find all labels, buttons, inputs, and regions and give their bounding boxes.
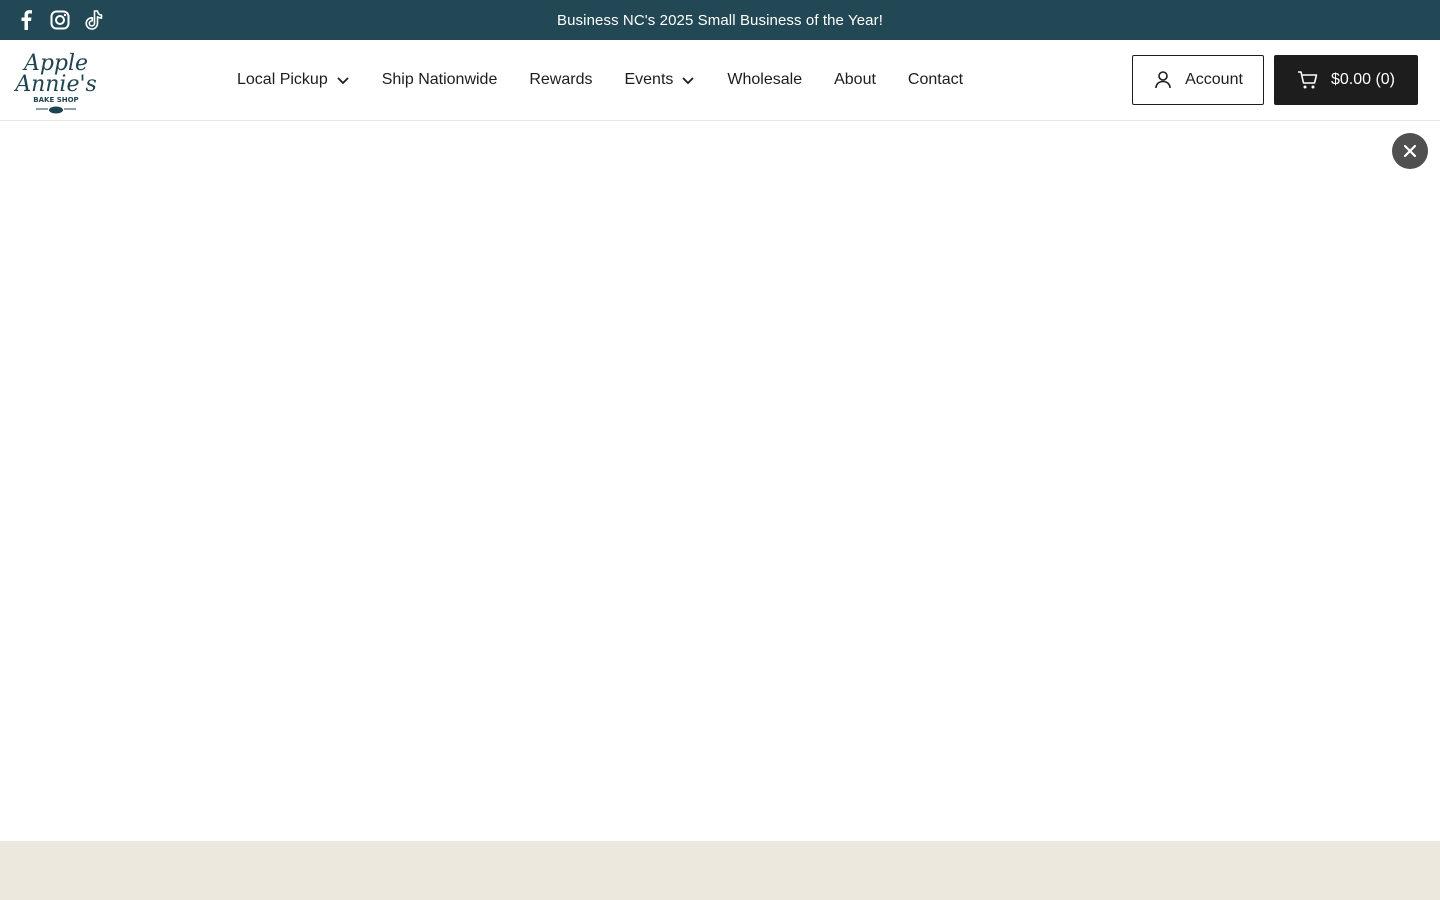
nav-item-wholesale[interactable]: Wholesale (711, 71, 818, 89)
nav-label: Contact (907, 71, 964, 88)
tiktok-icon[interactable] (84, 10, 104, 30)
chevron-down-icon (336, 73, 350, 87)
nav-item-contact[interactable]: Contact (892, 71, 979, 89)
account-label: Account (1185, 71, 1243, 88)
announcement-text[interactable]: Business NC's 2025 Small Business of the… (557, 12, 883, 29)
nav-label: About (834, 71, 876, 88)
facebook-icon[interactable] (16, 10, 36, 30)
nav-label: Rewards (529, 71, 593, 88)
site-header: Apple Annie's BAKE SHOP Local Pickup Shi… (0, 40, 1440, 121)
nav-item-ship-nationwide[interactable]: Ship Nationwide (366, 71, 514, 89)
chevron-down-icon (681, 73, 695, 87)
nav-item-events[interactable]: Events (608, 71, 711, 89)
close-button[interactable] (1392, 133, 1428, 169)
announcement-bar: Business NC's 2025 Small Business of the… (0, 0, 1440, 40)
cart-label: $0.00 (0) (1330, 71, 1396, 88)
nav-item-local-pickup[interactable]: Local Pickup (221, 71, 366, 89)
cart-icon (1297, 70, 1319, 90)
nav-label: Wholesale (727, 71, 803, 88)
nav-item-about[interactable]: About (818, 71, 892, 89)
cart-button[interactable]: $0.00 (0) (1274, 55, 1418, 105)
nav-label: Ship Nationwide (381, 71, 498, 88)
pie-icon (49, 106, 63, 114)
account-button[interactable]: Account (1132, 55, 1264, 105)
footer-band (0, 841, 1440, 900)
logo-line2: Annie's (14, 72, 97, 97)
instagram-icon[interactable] (50, 10, 70, 30)
close-icon (1403, 144, 1417, 158)
logo-line3: BAKE SHOP (33, 96, 78, 104)
main-nav: Local Pickup Ship Nationwide Rewards Eve… (221, 40, 979, 120)
nav-label: Local Pickup (237, 71, 328, 88)
user-icon (1153, 70, 1173, 90)
nav-item-rewards[interactable]: Rewards (513, 71, 608, 89)
social-links (16, 0, 104, 40)
nav-label: Events (624, 71, 674, 88)
logo[interactable]: Apple Annie's BAKE SHOP (13, 45, 98, 115)
